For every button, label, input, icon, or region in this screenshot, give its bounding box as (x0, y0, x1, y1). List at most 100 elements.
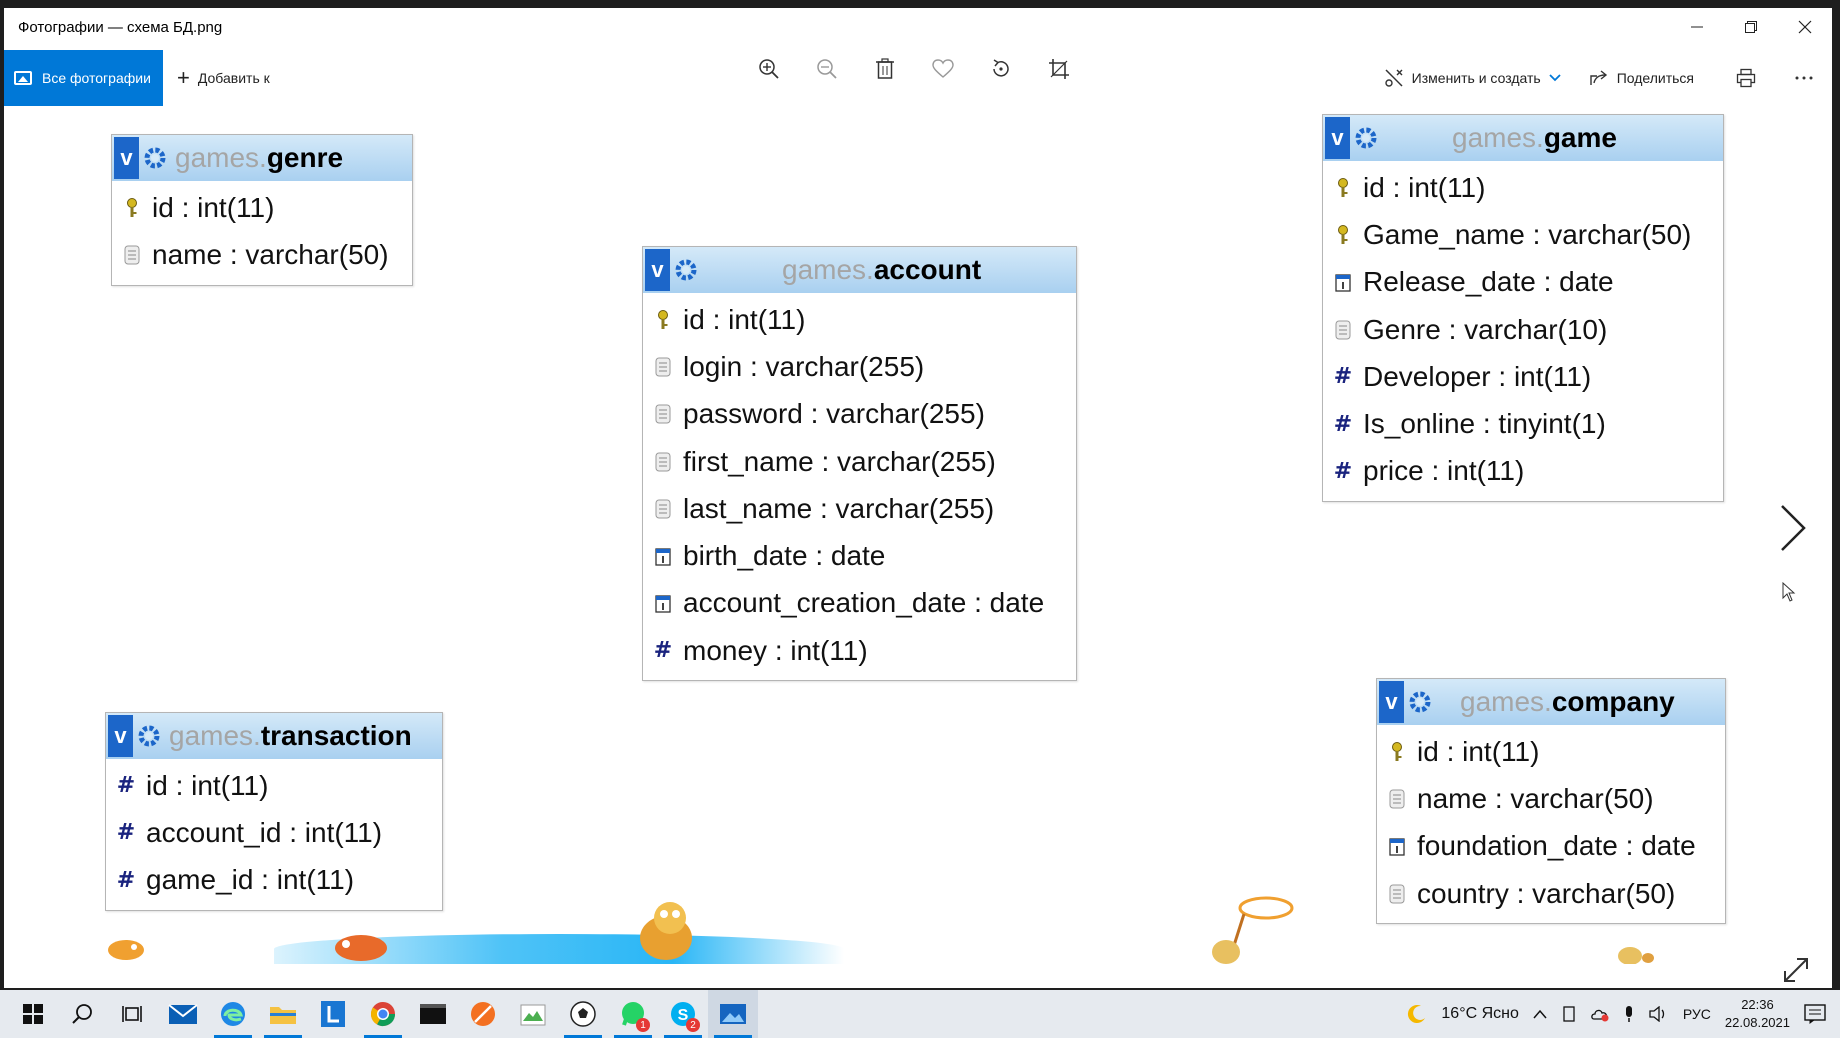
taskbar-edge[interactable] (208, 990, 258, 1038)
taskbar-explorer[interactable] (258, 990, 308, 1038)
taskbar-search-button[interactable] (58, 990, 108, 1038)
table-column-row: id : int(11) (1323, 164, 1723, 211)
restore-button[interactable] (1724, 8, 1778, 46)
table-column-row: # account_id : int(11) (106, 809, 442, 856)
number-icon: # (653, 638, 673, 664)
column-definition: birth_date : date (683, 540, 886, 572)
mouse-cursor-icon (1782, 582, 1796, 602)
taskbar-photos[interactable] (708, 990, 758, 1038)
date-icon (651, 591, 675, 615)
taskbar-mail[interactable] (158, 990, 208, 1038)
zoom-in-icon (759, 59, 779, 79)
all-photos-label: Все фотографии (42, 70, 151, 86)
text-icon (651, 497, 675, 521)
share-button[interactable]: Поделиться (1589, 69, 1694, 87)
chrome-icon (371, 1002, 395, 1027)
column-definition: login : varchar(255) (683, 350, 925, 382)
close-button[interactable] (1778, 8, 1832, 46)
decorative-fish-icon (335, 935, 387, 961)
more-options-button[interactable] (1794, 75, 1814, 81)
table-header: v games.company (1377, 679, 1725, 725)
column-definition: Developer : int(11) (1363, 360, 1592, 392)
taskbar-whatsapp[interactable]: 1 (608, 990, 658, 1038)
table-column-row: # Developer : int(11) (1323, 353, 1723, 400)
device-icon[interactable] (1561, 1006, 1577, 1022)
task-view-button[interactable] (108, 990, 158, 1038)
column-definition: country : varchar(50) (1417, 877, 1676, 909)
table-title: games.genre (175, 142, 344, 173)
title-bar: Фотографии — схема БД.png (4, 8, 1832, 46)
column-definition: game_id : int(11) (146, 864, 355, 896)
clock-time: 22:36 (1741, 997, 1774, 1012)
table-column-row: name : varchar(50) (1377, 775, 1725, 822)
zoom-out-button[interactable] (814, 56, 840, 82)
number-icon: # (116, 773, 136, 799)
language-indicator[interactable]: РУС (1683, 1006, 1711, 1022)
table-column-row: id : int(11) (643, 296, 1076, 343)
trash-icon (876, 58, 894, 79)
column-definition: last_name : varchar(255) (683, 492, 995, 524)
rotate-button[interactable] (988, 56, 1014, 82)
start-button[interactable] (8, 990, 58, 1038)
date-icon (1385, 834, 1409, 858)
fullscreen-button[interactable] (1782, 956, 1810, 984)
taskbar-terminal[interactable] (408, 990, 458, 1038)
taskbar-orange-app[interactable] (458, 990, 508, 1038)
taskbar: 1 S 2 16°C Ясно РУС 22:36 22.08.2021 (0, 990, 1840, 1038)
text-icon (651, 450, 675, 474)
column-definition: id : int(11) (683, 303, 806, 335)
gear-icon (1409, 691, 1431, 713)
onedrive-icon[interactable] (1591, 1006, 1609, 1022)
notifications-icon[interactable] (1804, 1004, 1826, 1024)
delete-button[interactable] (872, 56, 898, 82)
crop-icon (1049, 59, 1069, 79)
column-definition: id : int(11) (152, 191, 275, 223)
mail-icon (168, 1004, 198, 1024)
microphone-icon[interactable] (1623, 1005, 1635, 1023)
text-icon (120, 243, 144, 267)
taskbar-skype[interactable]: S 2 (658, 990, 708, 1038)
column-definition: name : varchar(50) (1417, 782, 1654, 814)
windows-logo-icon (23, 1004, 43, 1024)
text-icon (1385, 787, 1409, 811)
image-viewport[interactable]: v games.genre id : int(11) name : varchar… (4, 108, 1832, 988)
taskbar-chrome[interactable] (358, 990, 408, 1038)
edit-create-button[interactable]: Изменить и создать (1384, 68, 1561, 88)
next-image-button[interactable] (1772, 498, 1812, 558)
clock[interactable]: 22:36 22.08.2021 (1725, 996, 1790, 1032)
taskbar-paint-app[interactable] (508, 990, 558, 1038)
collapse-toggle: v (645, 249, 670, 291)
plus-icon: + (177, 65, 190, 90)
table-column-row: # Is_online : tinyint(1) (1323, 400, 1723, 447)
table-column-row: # game_id : int(11) (106, 857, 442, 904)
text-icon (651, 355, 675, 379)
table-column-row: last_name : varchar(255) (643, 485, 1076, 532)
print-button[interactable] (1736, 68, 1756, 88)
taskbar-l-app[interactable] (308, 990, 358, 1038)
add-to-button[interactable]: + Добавить к (177, 65, 270, 91)
column-definition: foundation_date : date (1417, 830, 1696, 862)
volume-icon[interactable] (1649, 1006, 1669, 1022)
clock-date: 22.08.2021 (1724, 1015, 1790, 1030)
taskbar-soccer-app[interactable] (558, 990, 608, 1038)
table-column-row: country : varchar(50) (1377, 870, 1725, 917)
orange-app-icon (471, 1002, 495, 1026)
terminal-icon (420, 1004, 446, 1024)
weather-text[interactable]: 16°C Ясно (1441, 1005, 1518, 1023)
gear-icon (138, 725, 160, 747)
number-icon: # (1333, 411, 1353, 437)
number-icon: # (116, 867, 136, 893)
chevron-up-icon[interactable] (1533, 1009, 1547, 1019)
zoom-out-icon (817, 59, 837, 79)
crop-button[interactable] (1046, 56, 1072, 82)
table-column-row: account_creation_date : date (643, 580, 1076, 627)
table-title: games.game (1452, 122, 1617, 153)
column-definition: price : int(11) (1363, 455, 1525, 487)
all-photos-button[interactable]: Все фотографии (4, 50, 163, 106)
table-column-row: login : varchar(255) (643, 343, 1076, 390)
table-column-row: first_name : varchar(255) (643, 438, 1076, 485)
table-header: v games.game (1323, 115, 1723, 161)
favorite-button[interactable] (930, 56, 956, 82)
zoom-in-button[interactable] (756, 56, 782, 82)
minimize-button[interactable] (1670, 8, 1724, 46)
